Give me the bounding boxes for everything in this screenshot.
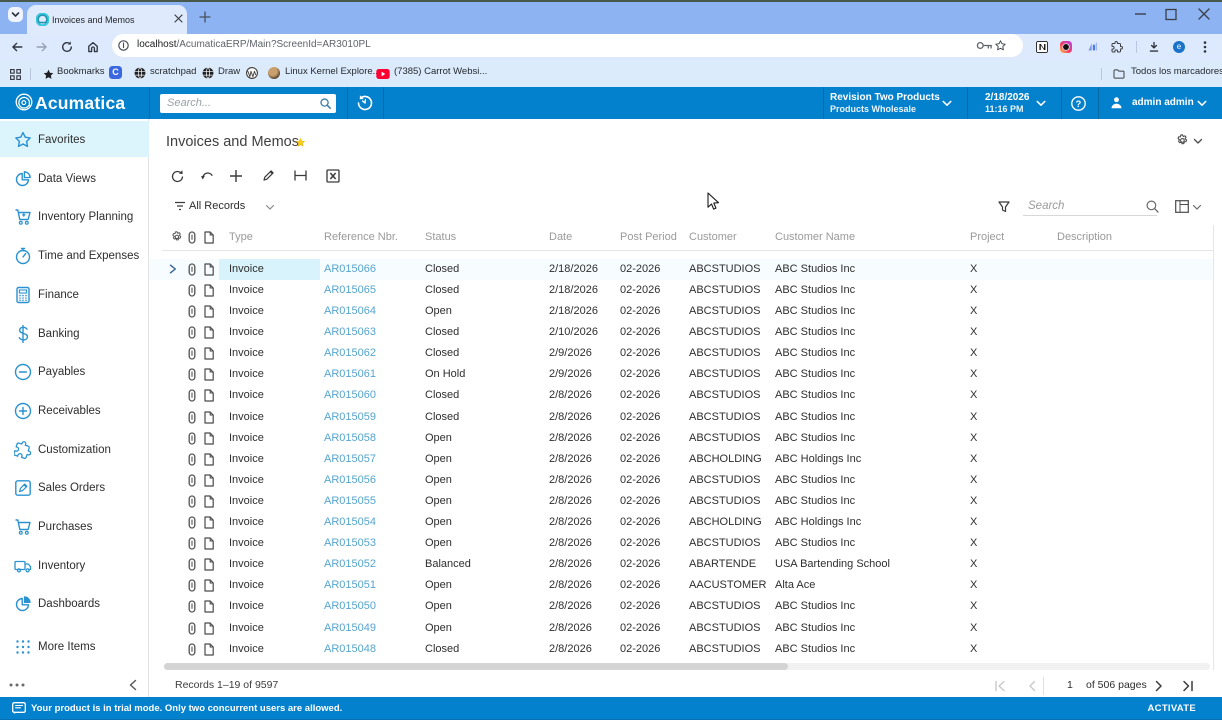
svg-text:?: ? (1076, 98, 1082, 108)
